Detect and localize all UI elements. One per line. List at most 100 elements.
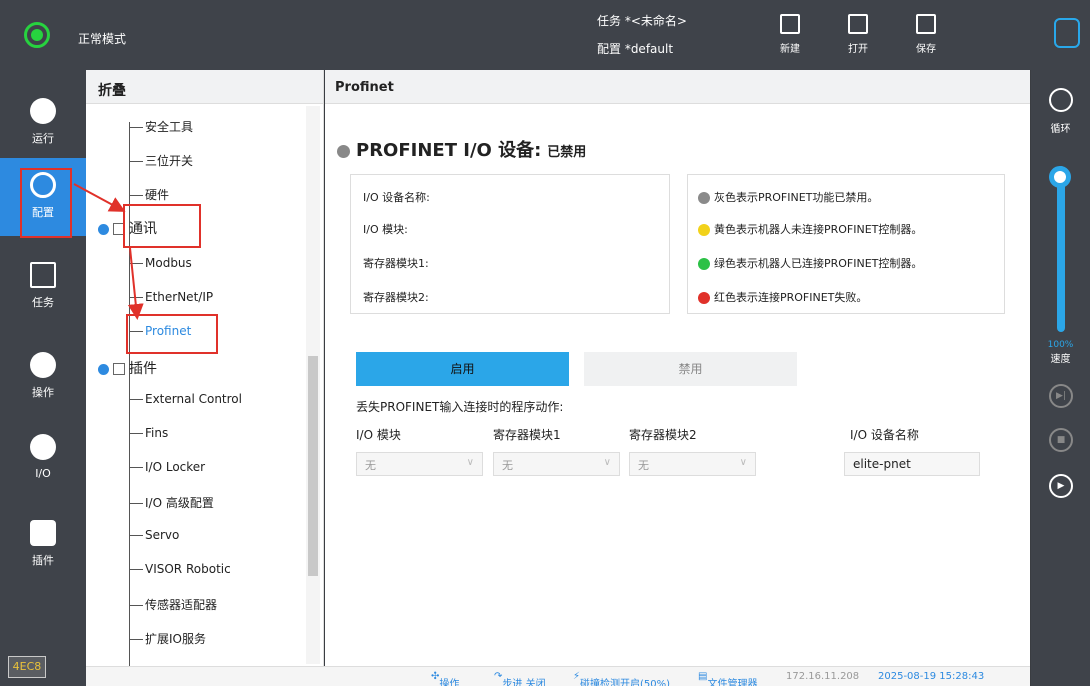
- speed-slider[interactable]: [1057, 166, 1065, 332]
- version-badge: 4EC8: [8, 656, 46, 678]
- tree-scroll-thumb[interactable]: [308, 356, 318, 576]
- new-file-icon: [780, 14, 800, 34]
- tree-item-ethernet-ip[interactable]: EtherNet/IP: [129, 290, 213, 304]
- legend-gray: 灰色表示PROFINET功能已禁用。: [698, 189, 878, 205]
- plugin-icon: [113, 363, 125, 375]
- code-icon: [30, 262, 56, 288]
- step-icon: ▶|: [1056, 391, 1066, 401]
- io-module-column-label: I/O 模块: [356, 428, 401, 442]
- loop-label: 循环: [1050, 124, 1071, 135]
- register-module1-select[interactable]: 无 ∨: [493, 452, 620, 476]
- chevron-down-icon: ∨: [739, 457, 747, 468]
- device-title: PROFINET I/O 设备: 已禁用: [337, 136, 586, 162]
- chevron-down-icon: ∨: [466, 457, 474, 468]
- speed-percent: 100%: [1047, 340, 1074, 350]
- config-tree-panel: 折叠 安全工具 三位开关 硬件 通讯 Modbus EtherNet/IP Pr…: [86, 70, 324, 677]
- top-bar: 正常模式 任务 *<未命名> 配置 *default 新建 打开 保存: [0, 0, 1090, 70]
- tree-item-sensor-adapter[interactable]: 传感器适配器: [129, 596, 217, 613]
- legend-yellow: 黄色表示机器人未连接PROFINET控制器。: [698, 221, 922, 237]
- status-bar: ✣ 操作 ↷ 步进 关闭 ⚡ 碰撞检测开启(50%) ▤ 文件管理器 172.1…: [86, 666, 1030, 686]
- tree-item-io-advanced[interactable]: I/O 高级配置: [129, 494, 214, 511]
- play-button[interactable]: ▶: [1049, 474, 1073, 498]
- tree-item-hardware[interactable]: 硬件: [129, 186, 169, 203]
- yellow-status-icon: [698, 224, 710, 236]
- collapse-dot-icon: [98, 223, 109, 235]
- nav-io-label: I/O: [35, 467, 51, 480]
- tree-item-external-control[interactable]: External Control: [129, 392, 242, 406]
- info-io-module-label: I/O 模块:: [363, 223, 408, 236]
- info-register-module2-label: 寄存器模块2:: [363, 291, 429, 304]
- status-ip: 172.16.11.208: [786, 671, 860, 682]
- robot-status-icon[interactable]: [24, 22, 50, 48]
- tree-item-three-position-switch[interactable]: 三位开关: [129, 152, 193, 169]
- status-step[interactable]: ↷ 步进 关闭: [494, 671, 546, 686]
- tree-item-visor-robotic[interactable]: VISOR Robotic: [129, 562, 231, 576]
- loop-icon[interactable]: [1049, 88, 1073, 112]
- open-folder-icon: [848, 14, 868, 34]
- tree-item-fins[interactable]: Fins: [129, 426, 168, 440]
- run-icon: [30, 98, 56, 124]
- io-arrows-icon: [30, 434, 56, 460]
- play-icon: ▶: [1057, 481, 1065, 491]
- tree-item-modbus[interactable]: Modbus: [129, 256, 192, 270]
- tree-item-servo[interactable]: Servo: [129, 528, 179, 542]
- register-module2-select[interactable]: 无 ∨: [629, 452, 756, 476]
- nav-plugin[interactable]: 插件: [0, 506, 86, 584]
- tree-item-extended-io[interactable]: 扩展IO服务: [129, 630, 206, 647]
- nav-io[interactable]: I/O: [0, 420, 86, 498]
- legend-green: 绿色表示机器人已连接PROFINET控制器。: [698, 255, 922, 271]
- step-button[interactable]: ▶|: [1049, 384, 1073, 408]
- info-register-module1-label: 寄存器模块1:: [363, 257, 429, 270]
- open-button[interactable]: 打开: [838, 10, 878, 64]
- green-status-icon: [698, 258, 710, 270]
- elite-logo-icon[interactable]: [1054, 18, 1080, 48]
- annotation-box-communication: [123, 204, 201, 248]
- status-gear-icon: [337, 144, 350, 158]
- open-button-label: 打开: [848, 44, 868, 55]
- status-legend-box: 灰色表示PROFINET功能已禁用。 黄色表示机器人未连接PROFINET控制器…: [687, 174, 1005, 314]
- nav-plugin-label: 插件: [32, 554, 54, 567]
- right-control-rail: 循环 100% 速度 ▶| ■ ▶: [1031, 70, 1090, 686]
- save-button-label: 保存: [916, 44, 936, 55]
- red-status-icon: [698, 292, 710, 304]
- nav-run-label: 运行: [32, 132, 54, 145]
- connection-loss-label: 丢失PROFINET输入连接时的程序动作:: [356, 400, 564, 414]
- task-name: 任务 *<未命名>: [597, 14, 687, 28]
- enable-button[interactable]: 启用: [356, 352, 569, 386]
- speed-label: 速度: [1050, 354, 1071, 365]
- annotation-box-profinet: [126, 314, 218, 354]
- register-module1-column-label: 寄存器模块1: [493, 428, 561, 442]
- save-button[interactable]: 保存: [906, 10, 946, 64]
- chevron-down-icon: ∨: [603, 457, 611, 468]
- status-file-manager[interactable]: ▤ 文件管理器: [698, 671, 757, 686]
- status-datetime: 2025-08-19 15:28:43: [878, 671, 985, 682]
- tree-item-safety-tools[interactable]: 安全工具: [129, 118, 193, 135]
- speed-slider-handle[interactable]: [1049, 166, 1071, 188]
- nav-operate-label: 操作: [32, 386, 54, 399]
- annotation-box-config: [20, 168, 72, 238]
- nav-run[interactable]: 运行: [0, 84, 86, 162]
- tree-item-io-locker[interactable]: I/O Locker: [129, 460, 205, 474]
- gray-status-icon: [698, 192, 710, 204]
- collapse-toggle[interactable]: 折叠: [86, 70, 323, 104]
- config-name: 配置 *default: [597, 42, 674, 56]
- stop-button[interactable]: ■: [1049, 428, 1073, 452]
- nav-operate[interactable]: 操作: [0, 338, 86, 416]
- disable-button[interactable]: 禁用: [584, 352, 797, 386]
- info-device-name-label: I/O 设备名称:: [363, 191, 430, 204]
- new-button[interactable]: 新建: [770, 10, 810, 64]
- nav-task-label: 任务: [32, 296, 54, 309]
- tree-scrollbar[interactable]: [306, 106, 320, 664]
- status-collision[interactable]: ⚡ 碰撞检测开启(50%): [573, 671, 670, 686]
- panel-title: Profinet: [325, 70, 1030, 104]
- io-module-select[interactable]: 无 ∨: [356, 452, 483, 476]
- nav-task[interactable]: 任务: [0, 248, 86, 326]
- device-name-input[interactable]: elite-pnet: [844, 452, 980, 476]
- tree-category-plugins[interactable]: 插件: [98, 358, 157, 378]
- move-arrows-icon: [30, 352, 56, 378]
- left-nav-rail: 运行 配置 任务 操作 I/O 插件 4EC8: [0, 70, 86, 686]
- plugin-box-icon: [30, 520, 56, 546]
- device-status: 已禁用: [547, 145, 587, 160]
- status-operate[interactable]: ✣ 操作: [431, 671, 459, 686]
- mode-label: 正常模式: [78, 32, 127, 46]
